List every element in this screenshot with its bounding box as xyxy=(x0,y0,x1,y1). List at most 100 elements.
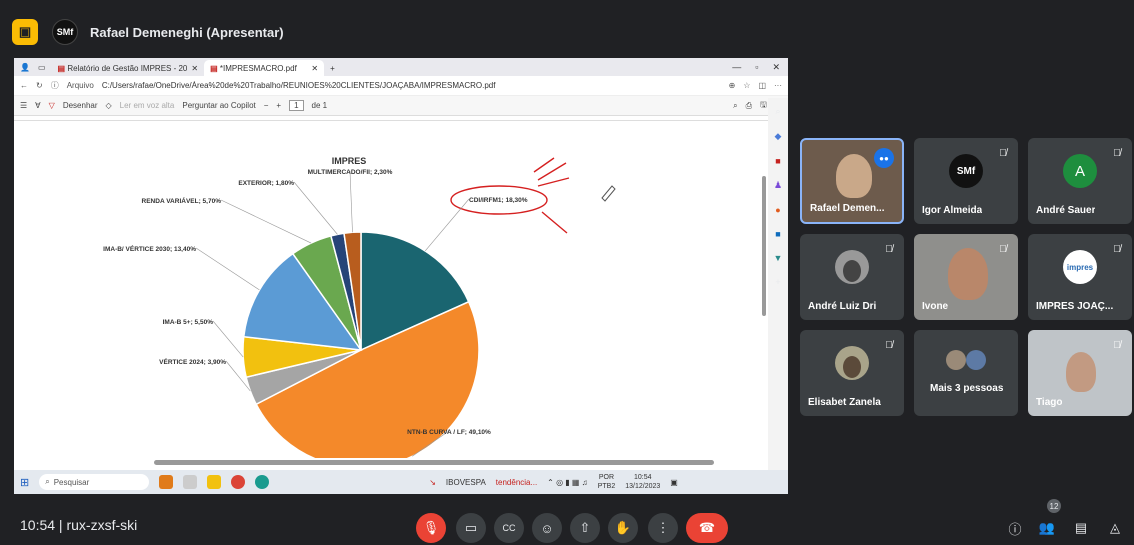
pie-chart: IMPRES CDI/IRFM1; 18,30% NTN-B CURVA / LF… xyxy=(103,156,616,458)
page-input[interactable]: 1 xyxy=(289,100,304,111)
participant-tile[interactable]: 🎙̸ impres IMPRES JOAÇ... xyxy=(1028,234,1132,320)
people-button[interactable]: 👥 xyxy=(1032,513,1062,543)
participant-name: Elisabet Zanela xyxy=(808,397,881,408)
search-icon[interactable]: ⌕ xyxy=(733,101,737,111)
more-people-label: Mais 3 pessoas xyxy=(930,383,1004,394)
mic-off-icon: 🎙̸ xyxy=(1113,147,1121,159)
people-icon[interactable]: ♟ xyxy=(774,180,782,191)
outlook-icon[interactable]: ■ xyxy=(775,229,780,239)
participant-avatar xyxy=(835,250,869,284)
address-prefix: Arquivo xyxy=(66,81,94,90)
back-icon[interactable]: ← xyxy=(20,81,28,90)
draw-icon[interactable]: ▽ xyxy=(49,101,55,110)
leader-line xyxy=(195,247,260,291)
leader-line xyxy=(212,320,244,358)
mic-toggle-button[interactable]: 🎙 xyxy=(416,513,446,543)
tab-label: Relatório de Gestão IMPRES - 20 xyxy=(67,63,188,73)
draw-button[interactable]: Desenhar xyxy=(63,101,98,110)
tools-icon[interactable]: ■ xyxy=(775,156,780,166)
explorer-icon[interactable] xyxy=(207,475,222,489)
horizontal-scrollbar[interactable] xyxy=(154,460,714,465)
briefcase-icon[interactable] xyxy=(159,475,174,489)
close-icon[interactable]: ✕ xyxy=(311,64,318,73)
chrome-icon[interactable] xyxy=(231,475,246,489)
activities-button[interactable]: ◬ xyxy=(1100,513,1130,543)
add-icon[interactable]: + xyxy=(775,277,780,287)
zoom-out-icon[interactable]: − xyxy=(264,101,269,110)
tab-actions-icon[interactable]: ▭ xyxy=(38,63,46,72)
participant-name: Ivone xyxy=(922,301,949,312)
taskbar-date[interactable]: 13/12/2023 xyxy=(625,483,660,490)
zoom-icon[interactable]: ⊕ xyxy=(729,81,736,90)
emoji-button[interactable]: ☺ xyxy=(532,513,562,543)
eraser-icon[interactable]: ◇ xyxy=(106,101,112,110)
close-icon[interactable]: ✕ xyxy=(191,64,198,73)
participant-tile[interactable]: 🎙̸ André Luiz Dri xyxy=(800,234,904,320)
minimize-icon[interactable]: — xyxy=(732,62,741,72)
restore-icon[interactable]: ▫ xyxy=(755,62,758,72)
slice-label: CDI/IRFM1; 18,30% xyxy=(469,197,528,204)
windows-start-icon[interactable]: ⊞ xyxy=(20,476,29,489)
mic-off-icon: 🎙̸ xyxy=(885,339,893,351)
more-options-button[interactable]: ⋮ xyxy=(648,513,678,543)
more-icon[interactable]: ··· xyxy=(774,81,782,90)
captions-button[interactable]: CC xyxy=(494,513,524,543)
tab-label: *IMPRESMACRO.pdf xyxy=(219,63,297,73)
present-button[interactable]: ⇧ xyxy=(570,513,600,543)
taskbar-search[interactable]: ⌕ Pesquisar xyxy=(39,474,150,490)
tab-relatorio[interactable]: ▤ Relatório de Gestão IMPRES - 20 ✕ xyxy=(52,60,205,76)
browser-tabbar: 👤 ▭ ▤ Relatório de Gestão IMPRES - 20 ✕ ▤ … xyxy=(14,58,788,76)
tray-icons[interactable]: ⌃ ◎ ▮ ▦ ♫ xyxy=(547,478,588,487)
stock-name[interactable]: IBOVESPA xyxy=(446,478,486,487)
address-bar: ← ↻ ⓘ Arquivo C:/Users/rafae/OneDrive/Ár… xyxy=(14,76,788,96)
task-view-icon[interactable] xyxy=(183,475,198,489)
slice-label: EXTERIOR; 1,80% xyxy=(238,180,294,187)
save-icon[interactable]: 🖫 xyxy=(760,99,767,113)
participant-tile[interactable]: Mais 3 pessoas xyxy=(914,330,1018,416)
new-tab-icon[interactable]: + xyxy=(324,60,341,76)
contents-icon[interactable]: ☰ xyxy=(20,101,27,110)
copilot-button[interactable]: Perguntar ao Copilot xyxy=(182,101,255,110)
read-aloud-button[interactable]: Ler em voz alta xyxy=(120,101,175,110)
participant-tile[interactable]: 🎙̸ Tiago xyxy=(1028,330,1132,416)
taskbar-clock[interactable]: 10:54 xyxy=(634,474,652,481)
participant-tile[interactable]: 🎙̸ SMf Igor Almeida xyxy=(914,138,1018,224)
slice-label: NTN-B CURVA / LF; 49,10% xyxy=(407,429,491,436)
office-icon[interactable]: ● xyxy=(775,205,780,215)
highlight-icon[interactable]: ∀ xyxy=(35,101,40,110)
participant-tile[interactable]: 🎙̸ Elisabet Zanela xyxy=(800,330,904,416)
vertical-scrollbar[interactable] xyxy=(762,176,766,316)
tag-icon[interactable]: ◆ xyxy=(775,131,782,142)
tab-impresmacro[interactable]: ▤ *IMPRESMACRO.pdf ✕ xyxy=(204,60,325,76)
leader-line xyxy=(424,198,470,252)
participant-name: André Luiz Dri xyxy=(808,301,877,312)
search-sidebar-icon[interactable]: ⌕ xyxy=(775,106,780,117)
participant-tile[interactable]: ●● Rafael Demen... xyxy=(800,138,904,224)
close-window-icon[interactable]: ✕ xyxy=(772,62,780,73)
reload-icon[interactable]: ↻ xyxy=(36,81,43,90)
shopping-icon[interactable]: ▼ xyxy=(774,253,783,263)
slice-label: IMA-B 5+; 5,50% xyxy=(163,319,214,326)
zoom-in-icon[interactable]: + xyxy=(276,101,281,110)
leader-line xyxy=(349,170,353,233)
chat-button[interactable]: ▤ xyxy=(1066,513,1096,543)
camera-toggle-button[interactable]: ▭ xyxy=(456,513,486,543)
participant-tile[interactable]: 🎙̸ A André Sauer xyxy=(1028,138,1132,224)
address-input[interactable]: C:/Users/rafae/OneDrive/Área%20de%20Trab… xyxy=(102,81,721,90)
favorite-icon[interactable]: ☆ xyxy=(743,81,750,90)
profile-icon[interactable]: 👤 xyxy=(20,63,30,72)
lang-indicator[interactable]: POR xyxy=(599,474,614,481)
layout-indicator[interactable]: PTB2 xyxy=(598,483,616,490)
split-icon[interactable]: ◫ xyxy=(758,81,766,90)
presenting-icon[interactable]: ▣ xyxy=(12,19,38,45)
raise-hand-button[interactable]: ✋ xyxy=(608,513,638,543)
notification-icon[interactable]: ▣ xyxy=(670,478,678,487)
edge-icon[interactable] xyxy=(255,475,270,489)
info-button[interactable]: ⓘ xyxy=(1000,513,1030,543)
leave-call-button[interactable]: ☎ xyxy=(686,513,728,543)
participant-tile[interactable]: 🎙̸ Ivone xyxy=(914,234,1018,320)
participant-name: Rafael Demen... xyxy=(810,203,885,214)
pen-cursor-icon xyxy=(601,185,616,202)
windows-taskbar: ⊞ ⌕ Pesquisar ↘ IBOVESPA tendência... ⌃ ◎… xyxy=(14,470,788,494)
print-icon[interactable]: ⎙ xyxy=(746,101,752,111)
